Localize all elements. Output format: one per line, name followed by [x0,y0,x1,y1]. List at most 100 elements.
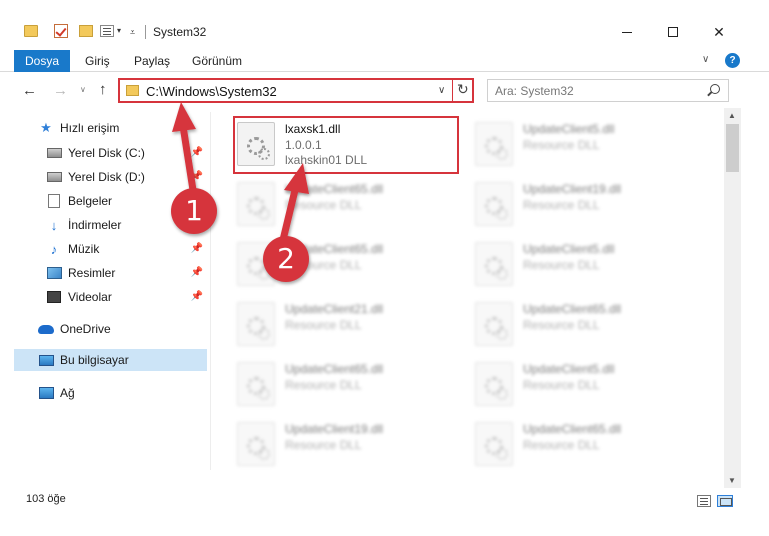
music-icon: ♪ [50,241,58,257]
file-tile[interactable]: UpdateClient65.dll Resource DLL [237,178,467,230]
file-tile[interactable]: UpdateClient5.dll Resource DLL [475,358,705,410]
file-description: Resource DLL [523,198,600,212]
dll-file-icon [475,122,513,166]
sidebar-item-network[interactable]: Ağ [14,382,207,404]
file-name: UpdateClient65.dll [285,182,384,196]
dll-file-icon [475,242,513,286]
dll-file-icon [237,362,275,406]
sidebar-item-label: OneDrive [60,322,111,336]
maximize-button[interactable] [650,18,696,46]
address-history-chevron-icon[interactable]: ∨ [438,85,445,96]
file-tile[interactable]: UpdateClient21.dll Resource DLL [237,298,467,350]
recent-locations-chevron-icon[interactable]: ∨ [80,85,86,94]
folder-icon[interactable] [24,25,38,37]
properties-check-icon[interactable] [54,24,68,38]
search-icon[interactable] [710,84,720,94]
status-bar: 103 öğe [0,490,769,512]
address-separator [452,80,453,101]
file-tile[interactable]: UpdateClient19.dll Resource DLL [475,178,705,230]
sidebar-item-onedrive[interactable]: OneDrive [14,318,207,340]
dll-file-icon [237,182,275,226]
file-name: UpdateClient19.dll [523,182,622,196]
scroll-down-arrow-icon[interactable]: ▼ [728,476,736,485]
sidebar-item-local-disk-c[interactable]: Yerel Disk (C:) 📌 [14,142,207,164]
properties-icon[interactable] [100,25,114,37]
sidebar-item-label: Resimler [68,266,116,280]
navigation-bar: ← → ∨ ↑ C:\Windows\System32 ∨ ↻ Ara: Sys… [0,76,769,106]
new-folder-icon[interactable] [79,25,93,37]
navigation-pane: ★ Hızlı erişim Yerel Disk (C:) 📌 Yerel D… [0,112,210,482]
tab-file[interactable]: Dosya [14,50,70,72]
video-icon [47,291,61,303]
tab-share[interactable]: Paylaş [134,50,170,72]
refresh-icon[interactable]: ↻ [457,81,469,98]
window-title: System32 [153,25,207,39]
pin-icon: 📌 [190,291,203,302]
pin-icon: 📌 [190,243,203,254]
customize-quick-access-icon[interactable]: ⩡ [130,27,135,38]
file-tile[interactable]: UpdateClient5.dll Resource DLL [475,238,705,290]
sidebar-item-label: Hızlı erişim [60,121,120,135]
sidebar-item-this-pc[interactable]: Bu bilgisayar [14,349,207,371]
search-placeholder: Ara: System32 [495,84,574,98]
star-icon: ★ [40,120,52,135]
step-2-badge: 2 [263,236,309,282]
file-description: Resource DLL [523,258,600,272]
address-bar[interactable]: C:\Windows\System32 ∨ ↻ [118,78,474,103]
help-icon[interactable]: ? [725,53,740,68]
sidebar-item-videos[interactable]: Videolar 📌 [14,286,207,308]
maximize-icon [668,27,678,37]
close-button[interactable]: ✕ [696,18,742,46]
scroll-thumb[interactable] [726,124,739,172]
network-icon [38,387,54,399]
file-tile[interactable]: UpdateClient5.dll Resource DLL [475,118,705,170]
tab-view[interactable]: Görünüm [192,50,242,72]
dll-file-icon [237,422,275,466]
file-tile[interactable]: UpdateClient65.dll Resource DLL [237,358,467,410]
documents-icon [48,194,60,208]
sidebar-item-label: Bu bilgisayar [60,353,129,367]
file-name: UpdateClient21.dll [285,302,384,316]
sidebar-item-label: Yerel Disk (C:) [68,146,145,160]
address-path[interactable]: C:\Windows\System32 [146,84,277,99]
file-description: Resource DLL [523,318,600,332]
sidebar-item-quick-access[interactable]: ★ Hızlı erişim [14,117,207,139]
file-name: UpdateClient5.dll [523,362,615,376]
tab-home[interactable]: Giriş [85,50,110,72]
pin-icon: 📌 [190,267,203,278]
forward-arrow-icon[interactable]: → [53,82,68,99]
chevron-down-icon[interactable]: ▾ [117,26,121,35]
file-name: UpdateClient19.dll [285,422,384,436]
file-tile[interactable]: UpdateClient65.dll Resource DLL [475,298,705,350]
back-arrow-icon[interactable]: ← [22,82,37,99]
details-view-icon[interactable] [697,495,711,507]
disk-icon [46,148,62,158]
file-name: UpdateClient65.dll [523,422,622,436]
scroll-up-arrow-icon[interactable]: ▲ [728,111,736,120]
minimize-button[interactable] [604,18,650,46]
folder-icon [126,85,139,96]
file-description: Resource DLL [285,378,362,392]
sidebar-item-label: Belgeler [68,194,113,208]
dll-file-icon [475,302,513,346]
sidebar-item-label: Videolar [68,290,112,304]
item-count: 103 öğe [26,493,66,505]
sidebar-item-local-disk-d[interactable]: Yerel Disk (D:) 📌 [14,166,207,188]
file-name: UpdateClient65.dll [523,302,622,316]
sidebar-item-pictures[interactable]: Resimler 📌 [14,262,207,284]
search-input[interactable]: Ara: System32 [487,79,729,102]
expand-ribbon-chevron-icon[interactable]: ∨ [702,54,709,65]
file-tile[interactable]: UpdateClient65.dll Resource DLL [475,418,705,470]
close-icon: ✕ [713,23,725,40]
file-name: UpdateClient5.dll [523,122,615,136]
file-tile[interactable]: UpdateClient19.dll Resource DLL [237,418,467,470]
pin-icon: 📌 [190,171,203,182]
up-arrow-icon[interactable]: ↑ [99,81,107,98]
file-description: Resource DLL [523,438,600,452]
dll-file-icon [475,362,513,406]
pictures-icon [46,267,62,279]
vertical-scrollbar[interactable]: ▲ ▼ [724,108,741,488]
ribbon-tabs: Dosya Giriş Paylaş Görünüm ∨ ? [0,50,769,72]
large-icons-view-icon[interactable] [717,495,733,507]
sidebar-item-music[interactable]: ♪ Müzik 📌 [14,238,207,260]
